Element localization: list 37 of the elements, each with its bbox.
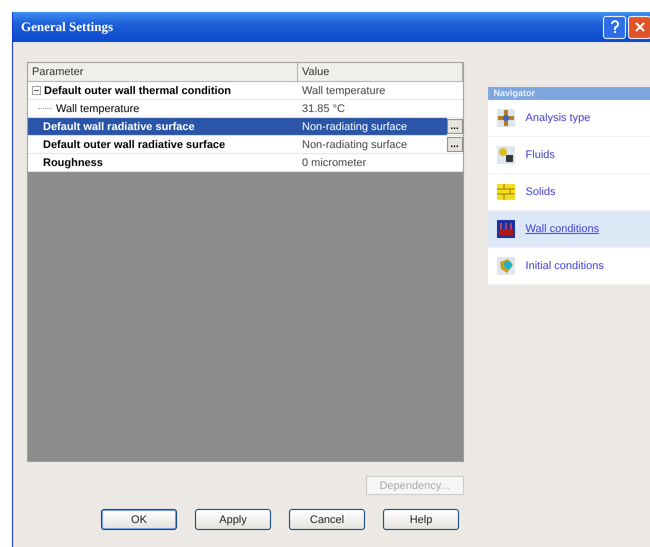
- browse-button[interactable]: ...: [446, 137, 463, 152]
- table-row[interactable]: Default outer wall thermal condition Wall temperature: [28, 82, 463, 100]
- initial-state-icon: [496, 256, 516, 276]
- window-title: General Settings: [21, 19, 114, 35]
- bricks-icon: [496, 182, 516, 202]
- parameter-value: Wall temperature: [301, 84, 386, 98]
- table-row[interactable]: Roughness 0 micrometer: [28, 154, 463, 172]
- drops-icon: [496, 144, 516, 165]
- cross-arrows-icon: [496, 108, 516, 128]
- navigator-item[interactable]: Wall conditions: [488, 210, 650, 248]
- navigator-item[interactable]: Fluids: [488, 136, 650, 174]
- dialog-button[interactable]: Apply: [195, 509, 271, 530]
- column-header[interactable]: Parameter: [28, 63, 298, 81]
- help-icon[interactable]: [603, 16, 626, 38]
- expander-icon[interactable]: [32, 86, 41, 95]
- wall-heat-icon: [496, 218, 516, 239]
- table-row[interactable]: Default wall radiative surface Non-radiating surface ...: [28, 118, 463, 136]
- dialog-button[interactable]: Help: [383, 509, 459, 530]
- parameter-name: Default outer wall thermal condition: [44, 84, 232, 96]
- close-icon[interactable]: [628, 16, 650, 38]
- parameter-value: 31.85 °C: [301, 102, 346, 116]
- parameter-name: Wall temperature: [56, 102, 140, 114]
- navigator-item[interactable]: Analysis type: [488, 100, 650, 137]
- parameter-name: Default outer wall radiative surface: [43, 138, 226, 150]
- browse-button[interactable]: ...: [446, 119, 463, 134]
- parameter-value: 0 micrometer: [301, 156, 368, 170]
- table-row[interactable]: Wall temperature 31.85 °C: [28, 100, 463, 118]
- navigator-item[interactable]: Initial conditions: [488, 248, 650, 286]
- parameter-value: Non-radiating surface: [298, 118, 447, 135]
- parameter-name: Roughness: [43, 156, 103, 168]
- table-row[interactable]: Default outer wall radiative surface Non-radiating surface ...: [28, 136, 463, 154]
- navigator-header: Navigator: [488, 87, 650, 100]
- parameter-name: Default wall radiative surface: [43, 120, 195, 132]
- dialog-button[interactable]: OK: [101, 509, 177, 530]
- dialog-button[interactable]: Cancel: [289, 509, 365, 530]
- parameter-value: Non-radiating surface: [301, 138, 408, 152]
- column-header[interactable]: Value: [298, 63, 463, 81]
